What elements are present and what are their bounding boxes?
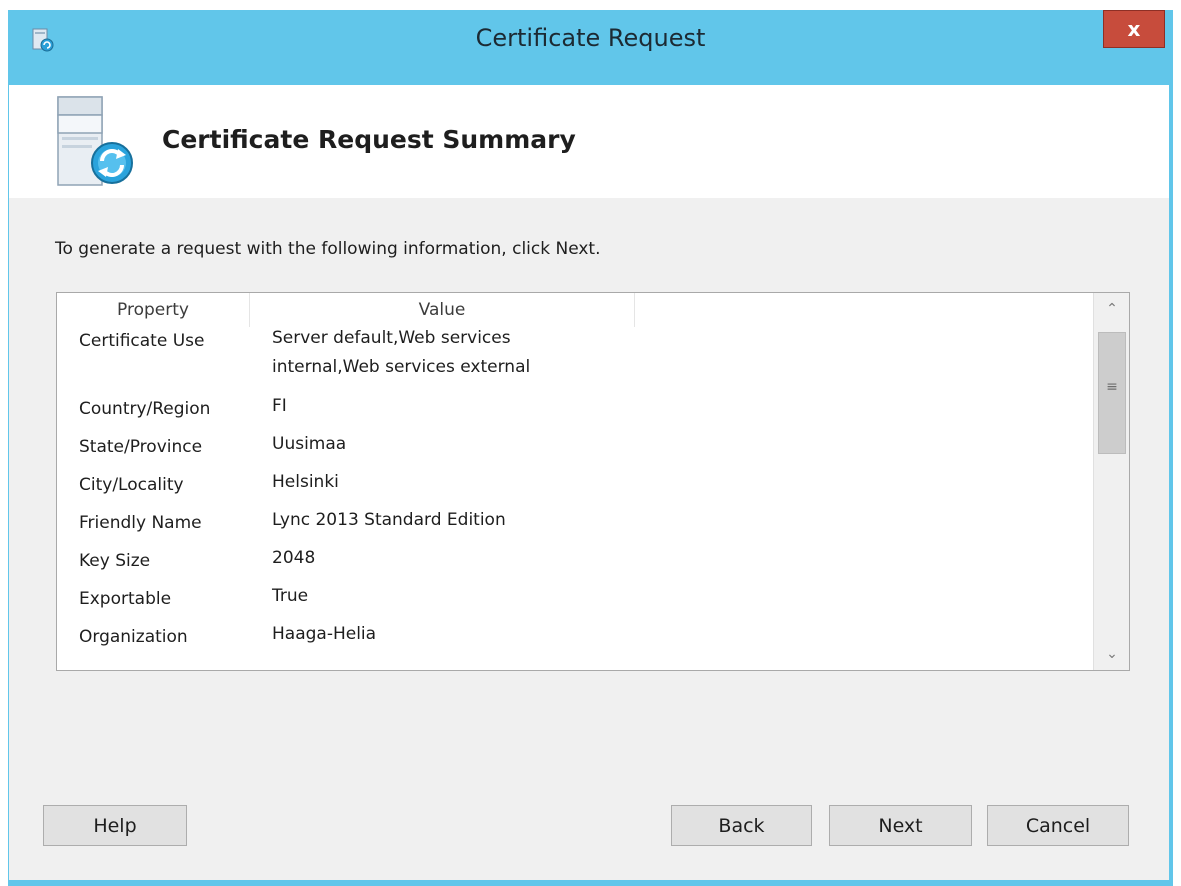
table-row[interactable]: Exportable True xyxy=(57,586,1093,627)
value-cell: 2048 xyxy=(272,548,316,568)
help-button[interactable]: Help xyxy=(43,805,187,846)
next-button[interactable]: Next xyxy=(829,805,972,846)
value-cell: FI xyxy=(272,396,287,416)
table-row[interactable]: Organization Haaga-Helia xyxy=(57,624,1093,665)
value-cell: Uusimaa xyxy=(272,434,347,454)
table-row[interactable]: Key Size 2048 xyxy=(57,548,1093,589)
chevron-up-icon[interactable]: ⌃ xyxy=(1094,293,1129,325)
property-cell: Organization xyxy=(79,627,188,647)
property-cell: Key Size xyxy=(79,551,151,571)
column-header-value[interactable]: Value xyxy=(250,293,635,327)
column-header-property[interactable]: Property xyxy=(57,293,250,327)
certificate-request-icon xyxy=(52,93,144,191)
vertical-scrollbar[interactable]: ⌃ ≡ ⌄ xyxy=(1093,293,1129,670)
property-cell: Exportable xyxy=(79,589,172,609)
close-icon: x xyxy=(1127,17,1141,41)
property-cell: Country/Region xyxy=(79,399,211,419)
dialog-client-area: Certificate Request Summary To generate … xyxy=(9,85,1169,880)
table-row[interactable]: City/Locality Helsinki xyxy=(57,472,1093,513)
value-cell: Server default,Web services internal,Web… xyxy=(272,328,531,377)
property-cell: Friendly Name xyxy=(79,513,202,533)
value-cell: True xyxy=(272,586,309,606)
close-button[interactable]: x xyxy=(1103,10,1165,48)
value-cell: Helsinki xyxy=(272,472,339,492)
property-cell: Certificate Use xyxy=(79,331,205,351)
back-button[interactable]: Back xyxy=(671,805,812,846)
table-row[interactable]: Country/Region FI xyxy=(57,396,1093,437)
table-row[interactable]: Certificate Use Server default,Web servi… xyxy=(57,328,1093,399)
column-header-blank[interactable] xyxy=(635,293,1093,327)
title-bar[interactable]: Certificate Request x xyxy=(8,10,1173,70)
instruction-text: To generate a request with the following… xyxy=(55,239,601,259)
dialog-window: Certificate Request x Certificate Reques… xyxy=(8,10,1173,886)
column-headers: Property Value xyxy=(57,293,1093,327)
value-cell: Haaga-Helia xyxy=(272,624,377,644)
background-strip xyxy=(0,0,1181,10)
property-cell: State/Province xyxy=(79,437,203,457)
chevron-down-icon[interactable]: ⌄ xyxy=(1094,638,1129,670)
scroll-thumb[interactable]: ≡ xyxy=(1098,332,1126,454)
grip-icon: ≡ xyxy=(1106,379,1118,395)
cancel-button[interactable]: Cancel xyxy=(987,805,1129,846)
wizard-header: Certificate Request Summary xyxy=(9,85,1169,198)
summary-list[interactable]: Property Value Certificate Use Server de… xyxy=(56,292,1130,671)
table-row[interactable]: Friendly Name Lync 2013 Standard Edition xyxy=(57,510,1093,551)
summary-rows: Certificate Use Server default,Web servi… xyxy=(57,328,1093,665)
window-title: Certificate Request xyxy=(475,24,706,52)
table-row[interactable]: State/Province Uusimaa xyxy=(57,434,1093,475)
property-cell: City/Locality xyxy=(79,475,184,495)
value-cell: Lync 2013 Standard Edition xyxy=(272,510,506,530)
page-title: Certificate Request Summary xyxy=(162,125,576,154)
